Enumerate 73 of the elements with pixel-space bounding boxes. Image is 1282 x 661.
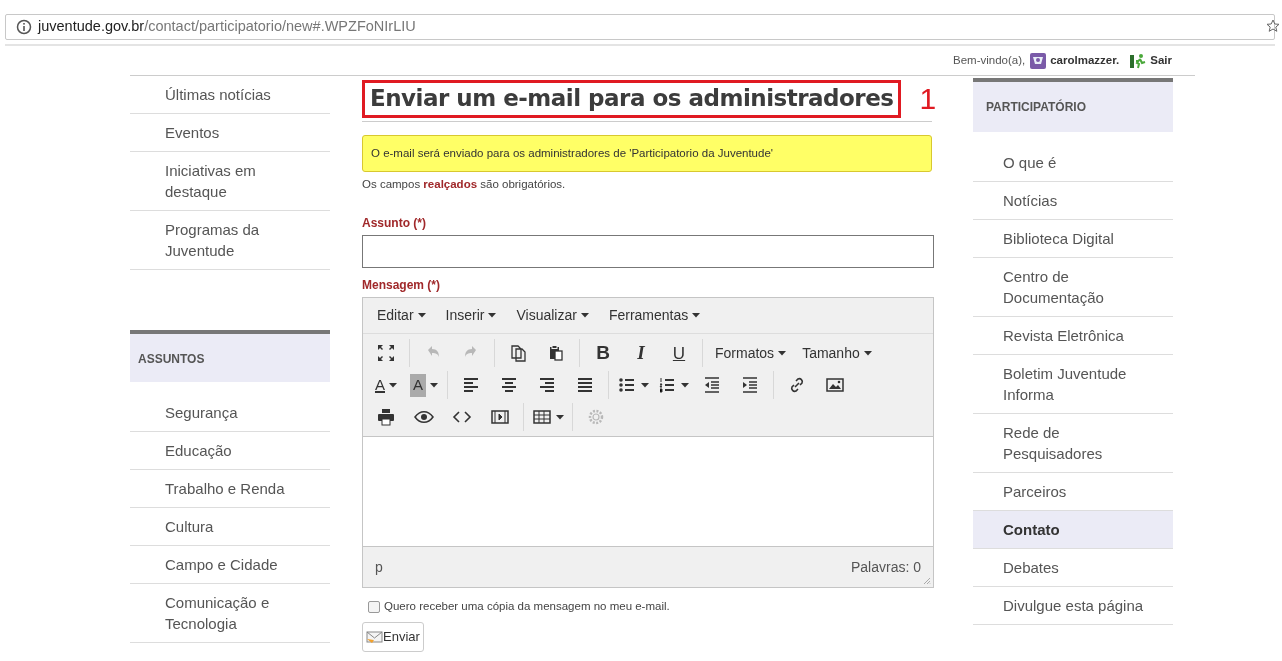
caret-icon (430, 382, 438, 388)
info-icon[interactable] (16, 19, 32, 35)
annotation-number: 1 (919, 81, 937, 117)
resize-handle-icon[interactable] (923, 577, 931, 586)
word-count: Palavras: 0 (850, 557, 921, 577)
username-link[interactable]: carolmazzer. (1050, 51, 1120, 70)
nav-link[interactable]: Educação (165, 440, 310, 461)
nav-item[interactable]: Biblioteca Digital (973, 220, 1173, 258)
dropdown-button[interactable]: Tamanho (794, 339, 880, 368)
nav-item[interactable]: Contato (973, 511, 1173, 549)
menu-button[interactable]: Editar (369, 301, 434, 330)
numbered-list-icon (657, 375, 677, 396)
indent-icon (740, 375, 760, 396)
nav-item[interactable]: O que é (973, 144, 1173, 182)
envelope-icon (366, 629, 383, 644)
outdent-icon (702, 375, 722, 396)
caret-icon (681, 382, 689, 388)
greeting-text: Bem-vindo(a), (953, 52, 1026, 68)
text-color-button[interactable]: A (367, 371, 405, 400)
nav-item[interactable]: Divulgue esta página (973, 587, 1173, 625)
send-button[interactable]: Enviar (362, 621, 424, 652)
caret-icon (641, 382, 649, 388)
nav-item[interactable]: Rede de Pesquisadores (973, 414, 1173, 473)
subject-field[interactable] (362, 235, 934, 269)
copy-icon (508, 343, 528, 364)
logout-link[interactable]: Sair (1129, 51, 1172, 70)
caret-icon (778, 350, 787, 356)
section-heading: ASSUNTOS (138, 352, 205, 366)
nav-link[interactable]: Últimas notícias (165, 84, 310, 105)
highlight-color-button[interactable]: A (405, 371, 443, 400)
menu-button[interactable]: Inserir (437, 301, 505, 330)
message-label: Mensagem (*) (362, 277, 442, 295)
checkbox-label: Quero receber uma cópia da mensagem no meu e-mail. (384, 599, 670, 615)
menu-button[interactable]: Ferramentas (600, 301, 709, 330)
nav-link[interactable]: Cultura (165, 516, 310, 537)
checkbox[interactable] (368, 600, 380, 613)
italic-button[interactable]: I (622, 339, 660, 368)
element-path: p (375, 557, 383, 577)
nav-item[interactable]: Revista Eletrônica (973, 317, 1173, 355)
address-bar[interactable]: juventude.gov.br/contact/participatorio/new#.WPZFoNIrLIU (5, 14, 1275, 40)
nav-link[interactable]: Trabalho e Renda (165, 478, 310, 499)
section-heading: PARTICIPATÓRIO (986, 100, 1086, 114)
caret-icon (556, 414, 564, 420)
menu-button[interactable]: Visualizar (508, 301, 597, 330)
nav-link[interactable]: Eventos (165, 122, 310, 143)
caret-icon (692, 313, 701, 319)
nav-link[interactable]: Iniciativas em destaque (165, 160, 310, 202)
bookmark-star-icon[interactable] (1266, 19, 1280, 33)
underline-button[interactable]: U (660, 339, 698, 368)
caret-icon (488, 313, 497, 319)
running-figure-icon (1129, 52, 1148, 69)
nav-link[interactable]: Programas da Juventude (165, 219, 310, 261)
required-fields-note: Os campos realçados são obrigatórios. (362, 177, 567, 192)
caret-icon (417, 313, 426, 319)
bold-button[interactable]: B (584, 339, 622, 368)
nav-item[interactable]: Debates (973, 549, 1173, 587)
nav-item[interactable]: Boletim Juventude Informa (973, 355, 1173, 414)
print-icon (376, 407, 396, 428)
nav-link[interactable]: Comunicação e Tecnologia (165, 592, 310, 634)
avatar-icon (1030, 52, 1047, 69)
caret-icon (580, 313, 589, 319)
nav-link[interactable]: Segurança (165, 402, 310, 423)
nav-item[interactable]: Notícias (973, 182, 1173, 220)
nav-link[interactable]: Campo e Cidade (165, 554, 310, 575)
caret-icon (863, 350, 872, 356)
subject-label: Assunto (*) (362, 215, 427, 233)
nav-item[interactable]: Centro de Documentação (973, 258, 1173, 317)
notice-message: O e-mail será enviado para os administradores de 'Participatorio da Juventude' (362, 135, 932, 172)
url-text: juventude.gov.br/contact/participatorio/new#.WPZFoNIrLIU (38, 17, 416, 37)
dropdown-button[interactable]: Formatos (707, 339, 795, 368)
fullscreen-icon (376, 343, 396, 364)
caret-icon (389, 382, 397, 388)
page-title: Enviar um e-mail para os administradores (370, 84, 894, 114)
